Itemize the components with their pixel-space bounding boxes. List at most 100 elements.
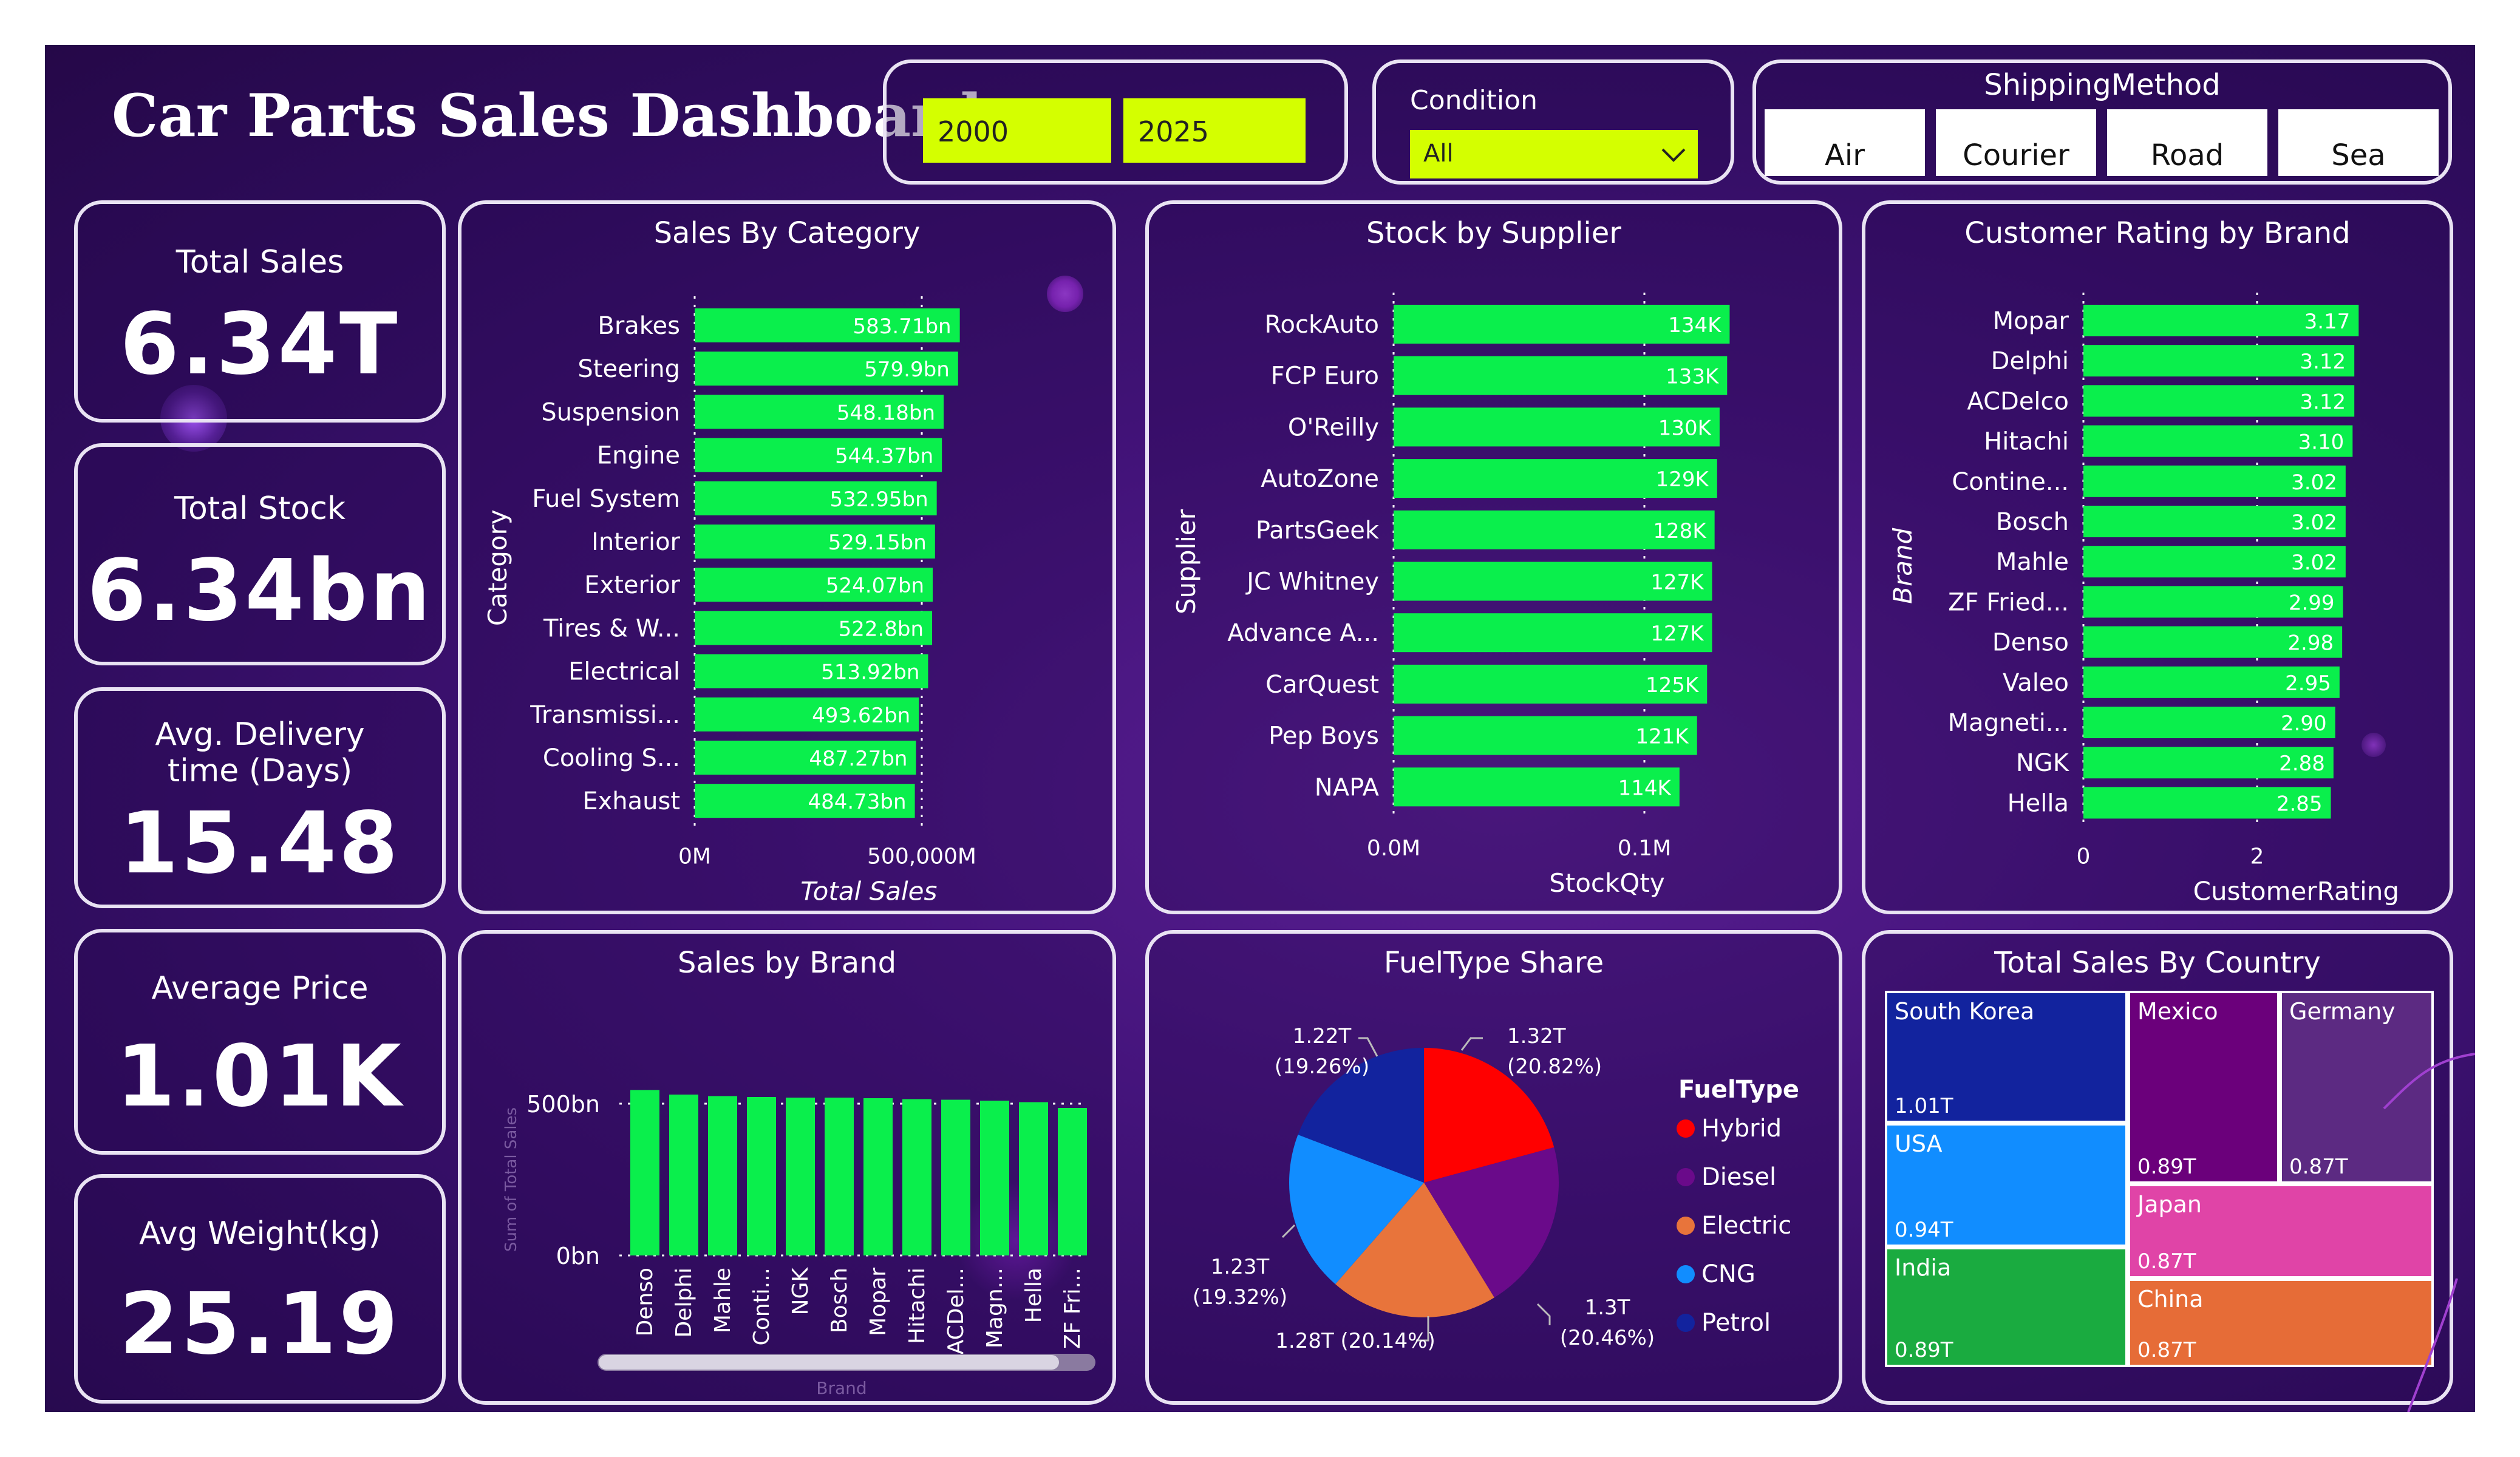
y-axis-title: Brand xyxy=(1888,528,1918,603)
treemap-tile[interactable]: South Korea 1.01T xyxy=(1885,991,2128,1123)
treemap-tile-value: 1.01T xyxy=(1895,1094,1953,1118)
year-from-input[interactable]: 2000 xyxy=(923,98,1111,163)
year-to-value: 2025 xyxy=(1138,115,1210,148)
category-label: O'Reilly xyxy=(1288,413,1379,441)
treemap-tile[interactable]: India 0.89T xyxy=(1885,1247,2128,1367)
x-tick-label: 0 xyxy=(2077,844,2091,869)
shipping-option-sea[interactable]: Sea xyxy=(2278,109,2439,176)
bar[interactable] xyxy=(1058,1108,1087,1255)
sales-by-brand-chart: 500bn 0bn Denso Delphi Mahle Conti... NGK Bosch… xyxy=(502,1090,1087,1398)
legend-marker xyxy=(1677,1314,1695,1332)
treemap-tile-value: 0.89T xyxy=(1895,1338,1953,1362)
bar[interactable] xyxy=(941,1099,970,1256)
category-label: Delphi xyxy=(1991,347,2069,375)
data-label: 3.02 xyxy=(2291,511,2337,535)
condition-dropdown[interactable]: All xyxy=(1410,130,1698,178)
shipping-label: ShippingMethod xyxy=(1984,68,2221,102)
data-label: 2.85 xyxy=(2277,792,2323,816)
year-from-value: 2000 xyxy=(938,115,1009,148)
category-label: Denso xyxy=(1992,629,2069,657)
category-label: Pep Boys xyxy=(1269,722,1379,750)
bar[interactable] xyxy=(747,1097,776,1255)
bar[interactable] xyxy=(669,1095,698,1255)
category-label: Suspension xyxy=(541,398,680,426)
treemap-tile-value: 0.87T xyxy=(2137,1249,2196,1274)
category-label: NAPA xyxy=(1315,773,1380,801)
category-label: Tires & W... xyxy=(543,614,680,642)
category-label: NGK xyxy=(2016,749,2070,777)
category-label: Exterior xyxy=(584,571,680,599)
chart-title: Total Sales By Country xyxy=(1994,946,2321,980)
data-label: 2.98 xyxy=(2287,631,2334,656)
data-label-pct: (20.46%) xyxy=(1560,1326,1655,1350)
category-label: ZF Fried... xyxy=(1948,588,2069,616)
data-label: 3.17 xyxy=(2304,310,2351,334)
y-tick-label: 0bn xyxy=(556,1243,600,1269)
legend-marker xyxy=(1677,1119,1695,1138)
category-label: Contine... xyxy=(1952,468,2069,496)
category-label: AutoZone xyxy=(1261,465,1379,493)
bar[interactable] xyxy=(786,1098,815,1255)
data-label: 1.3T xyxy=(1585,1296,1630,1320)
legend-item[interactable]: Diesel xyxy=(1701,1163,1776,1191)
y-axis-title: Sum of Total Sales xyxy=(502,1107,520,1252)
leader-line xyxy=(1281,1224,1296,1238)
data-label: 121K xyxy=(1636,725,1690,749)
legend-item[interactable]: Petrol xyxy=(1701,1309,1771,1337)
category-label: Conti... xyxy=(749,1268,774,1345)
kpi-card-avg-delivery: Avg. Delivery time (Days) 15.48 xyxy=(74,687,446,908)
treemap-tile-name: India xyxy=(1895,1254,1952,1281)
category-label: Exhaust xyxy=(582,787,680,815)
x-tick-label: 0.0M xyxy=(1367,836,1420,861)
data-label: 522.8bn xyxy=(839,617,924,641)
treemap-tile-value: 0.94T xyxy=(1895,1218,1953,1242)
treemap-tile-name: South Korea xyxy=(1895,998,2035,1025)
bar[interactable] xyxy=(902,1099,931,1256)
legend-item[interactable]: Electric xyxy=(1701,1212,1791,1240)
kpi-value: 15.48 xyxy=(119,794,401,893)
scrollbar-thumb[interactable] xyxy=(599,1355,1059,1370)
kpi-value: 6.34T xyxy=(120,295,400,394)
shipping-option-road[interactable]: Road xyxy=(2107,109,2267,176)
x-tick-label: 2 xyxy=(2250,844,2264,869)
category-label: Valeo xyxy=(2003,669,2069,697)
legend-item[interactable]: Hybrid xyxy=(1701,1115,1782,1143)
data-label: 484.73bn xyxy=(808,790,906,814)
data-label: 133K xyxy=(1666,365,1720,389)
year-to-input[interactable]: 2025 xyxy=(1123,98,1306,163)
customer-rating-chart: 0 2 Mopar 3.17 Delphi 3.12 ACDelco 3.12 Hitachi 3… xyxy=(1888,293,2399,906)
bar[interactable] xyxy=(1019,1102,1048,1256)
decorative-curves xyxy=(2383,1053,2475,1412)
dashboard-canvas: Car Parts Sales Dashboard 2000 2025 Cond… xyxy=(45,45,2475,1412)
shipping-option-courier[interactable]: Courier xyxy=(1936,109,2096,176)
bar[interactable] xyxy=(630,1090,659,1256)
category-label: Transmissi... xyxy=(530,701,680,729)
category-label: Magn... xyxy=(982,1268,1007,1348)
data-label-pct: (19.32%) xyxy=(1193,1285,1287,1309)
category-label: Fuel System xyxy=(532,485,680,513)
x-tick-label: 0.1M xyxy=(1618,836,1671,861)
year-range-slicer: 2000 2025 xyxy=(883,59,1348,185)
data-label: 513.92bn xyxy=(821,661,919,685)
bar[interactable] xyxy=(980,1101,1009,1255)
treemap-tile[interactable]: USA 0.94T xyxy=(1885,1123,2128,1247)
legend-marker xyxy=(1677,1217,1695,1235)
shipping-method-slicer: ShippingMethod Air Courier Road Sea xyxy=(1752,59,2452,185)
y-axis-title: Supplier xyxy=(1171,509,1201,614)
shipping-option-air[interactable]: Air xyxy=(1765,109,1925,176)
data-label: 130K xyxy=(1658,416,1712,440)
condition-slicer: Condition All xyxy=(1372,59,1734,185)
treemap-tile-value: 0.87T xyxy=(2137,1338,2196,1362)
horizontal-scrollbar[interactable] xyxy=(598,1354,1095,1371)
category-label: RockAuto xyxy=(1265,311,1380,339)
x-axis-title: CustomerRating xyxy=(2193,877,2399,906)
data-label: 583.71bn xyxy=(853,314,952,339)
y-axis-title: Category xyxy=(483,509,513,626)
legend-item[interactable]: CNG xyxy=(1701,1260,1755,1288)
chevron-down-icon xyxy=(1661,148,1686,162)
bar[interactable] xyxy=(863,1098,893,1255)
data-label: 544.37bn xyxy=(835,444,933,469)
bar[interactable] xyxy=(825,1098,854,1255)
data-label: 493.62bn xyxy=(812,704,910,728)
bar[interactable] xyxy=(708,1096,737,1256)
